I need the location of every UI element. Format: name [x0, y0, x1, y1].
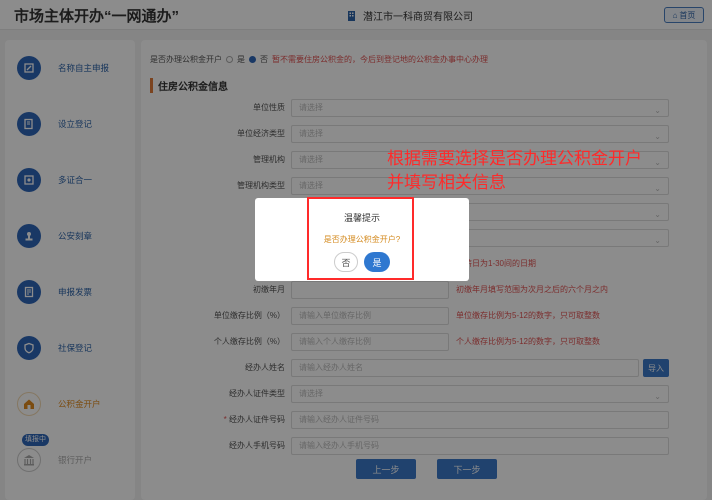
annotation-line-2: 并填写相关信息	[387, 173, 506, 192]
annotation-line-1: 根据需要选择是否办理公积金开户	[387, 149, 642, 168]
annotation-highlight-box	[307, 197, 414, 280]
tutorial-annotation: 根据需要选择是否办理公积金开户 并填写相关信息	[387, 147, 642, 195]
